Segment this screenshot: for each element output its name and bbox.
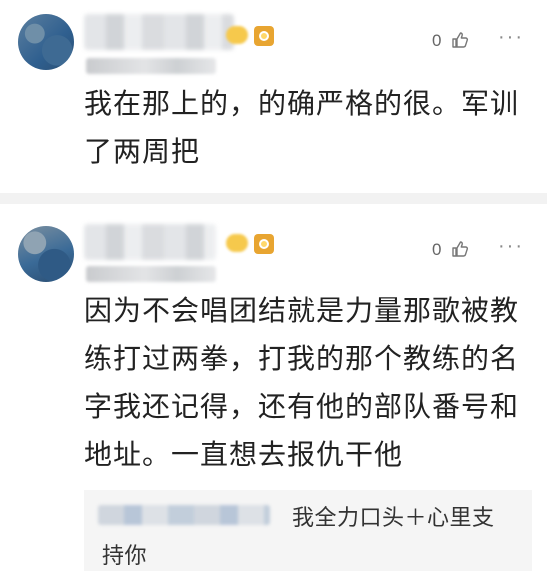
avatar[interactable] — [18, 226, 74, 282]
medal-icon — [254, 234, 274, 254]
more-options-icon[interactable]: ··· — [498, 26, 524, 49]
reply-preview[interactable]: 我全力口头＋心里支持你 — [84, 490, 532, 571]
more-options-icon[interactable]: ··· — [498, 235, 524, 258]
username-redacted[interactable] — [84, 224, 216, 260]
thumbs-up-icon[interactable] — [450, 239, 470, 259]
level-badge — [226, 26, 248, 44]
avatar[interactable] — [18, 14, 74, 70]
divider — [0, 193, 547, 204]
thumbs-up-icon[interactable] — [450, 30, 470, 50]
like-count: 0 — [432, 31, 442, 50]
comment-text: 因为不会唱团结就是力量那歌被教练打过两拳，打我的那个教练的名字我还记得，还有他的… — [84, 294, 520, 471]
floor-time-redacted — [86, 266, 216, 282]
reply-text: 我全力口头＋心里支持你 — [102, 506, 495, 569]
level-badge — [226, 234, 248, 252]
username-redacted[interactable] — [84, 14, 234, 50]
medal-icon — [254, 26, 274, 46]
like-count: 0 — [432, 240, 442, 259]
floor-time-redacted — [86, 58, 216, 74]
comment-text: 我在那上的，的确严格的很。军训了两周把 — [84, 87, 520, 168]
comment-item: 0 ··· 我在那上的，的确严格的很。军训了两周把 — [0, 0, 547, 193]
comment-feed: 0 ··· 我在那上的，的确严格的很。军训了两周把 0 ··· 因为不会唱团结就… — [0, 0, 547, 571]
